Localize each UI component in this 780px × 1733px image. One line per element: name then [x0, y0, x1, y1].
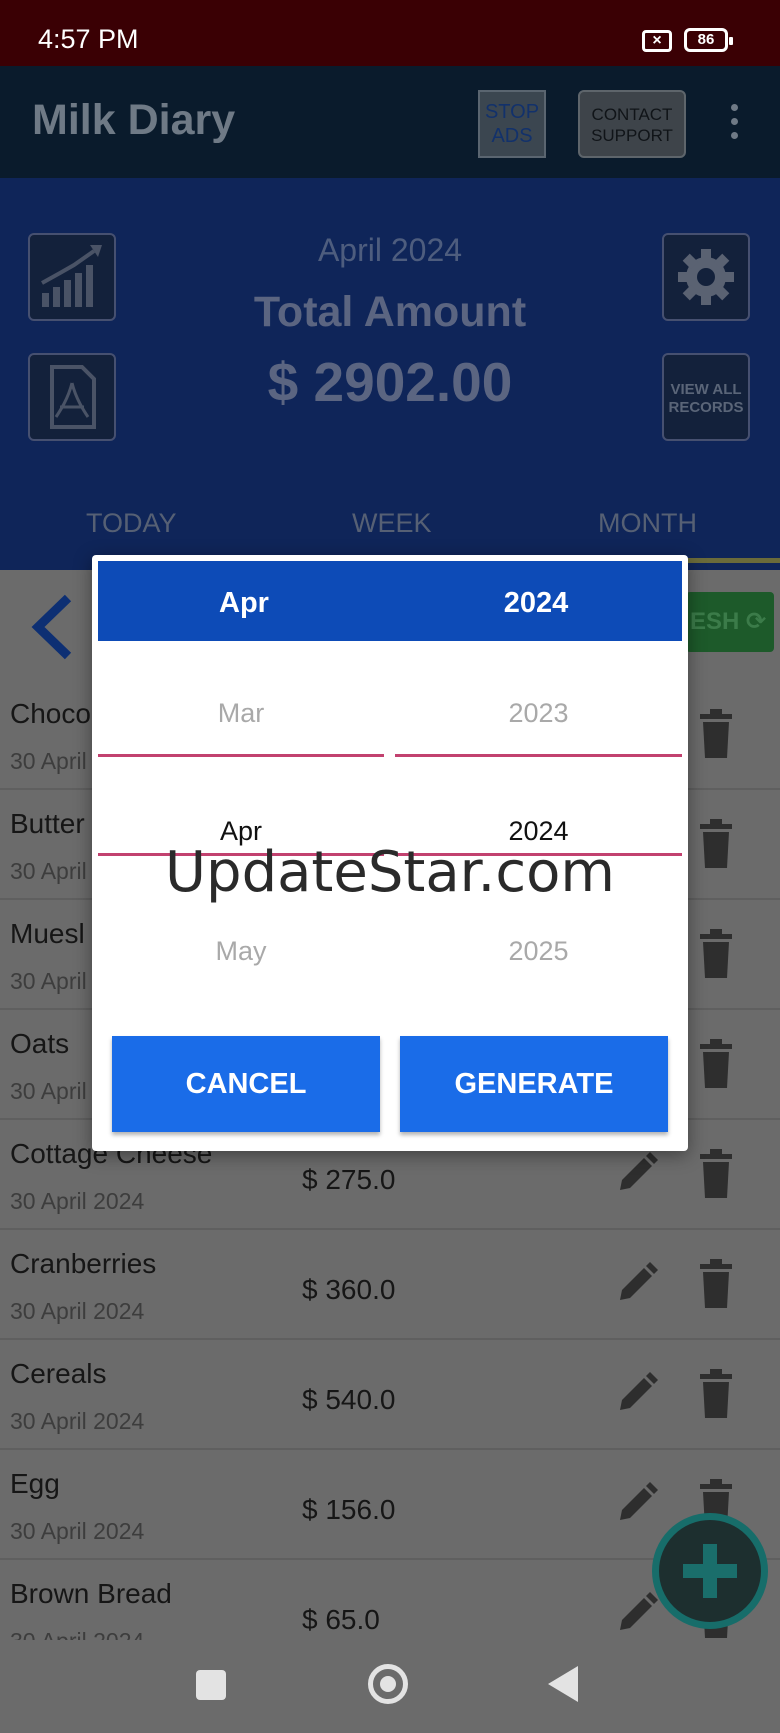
month-picker-dialog: Apr 2024 Mar Apr May 2023 2024 2025 CANC…	[92, 555, 688, 1151]
edit-pencil-icon[interactable]	[612, 1590, 660, 1638]
record-name: Muesl	[10, 918, 85, 949]
summary-month: April 2024	[317, 232, 463, 268]
edit-pencil-icon[interactable]	[612, 1260, 660, 1308]
cancel-button[interactable]: CANCEL	[112, 1036, 380, 1132]
record-amount: $ 360.0	[302, 1274, 396, 1305]
month-option-next[interactable]: May	[98, 936, 384, 967]
delete-trash-icon[interactable]	[696, 1368, 736, 1420]
month-divider-bottom	[98, 853, 384, 856]
dialog-header: Apr 2024	[98, 561, 682, 641]
back-button[interactable]	[548, 1666, 578, 1702]
year-divider-bottom	[395, 853, 682, 856]
generate-button[interactable]: GENERATE	[400, 1036, 668, 1132]
total-amount-value: $ 2902.00	[267, 351, 513, 413]
edit-pencil-icon[interactable]	[612, 1480, 660, 1528]
year-option-next[interactable]: 2025	[395, 936, 682, 967]
contact-support-button[interactable]: CONTACT SUPPORT	[578, 90, 686, 158]
record-date: 30 April 2024	[10, 1518, 145, 1544]
month-divider-top	[98, 754, 384, 757]
notification-x-icon: ×	[642, 30, 672, 52]
record-amount: $ 540.0	[302, 1384, 396, 1415]
year-option-prev[interactable]: 2023	[395, 698, 682, 729]
app-bar: Milk Diary STOP ADS CONTACT SUPPORT	[0, 66, 780, 178]
system-nav-bar	[0, 1640, 780, 1733]
record-name: Egg	[10, 1468, 60, 1499]
record-date: 30 April 2024	[10, 1298, 145, 1324]
summary-panel: VIEW ALL RECORDS April 2024 Total Amount…	[0, 178, 780, 478]
recents-button[interactable]	[196, 1670, 226, 1700]
delete-trash-icon[interactable]	[696, 1258, 736, 1310]
record-name: Oats	[10, 1028, 70, 1059]
record-amount: $ 65.0	[302, 1604, 380, 1635]
delete-trash-icon[interactable]	[696, 1148, 736, 1200]
record-row[interactable]: Cereals 30 April 2024 $ 540.0	[0, 1342, 780, 1450]
delete-trash-icon[interactable]	[696, 708, 736, 760]
record-date: 30 April 2024	[10, 1408, 145, 1434]
record-date: 30 April	[10, 1078, 87, 1104]
refresh-button[interactable]: ESH ⟳	[686, 592, 774, 652]
delete-trash-icon[interactable]	[696, 928, 736, 980]
tab-today[interactable]: TODAY	[86, 508, 177, 539]
record-amount: $ 156.0	[302, 1494, 396, 1525]
battery-icon: 86	[684, 28, 733, 52]
stop-ads-button[interactable]: STOP ADS	[478, 90, 546, 158]
home-button[interactable]	[368, 1664, 408, 1704]
overflow-menu-icon[interactable]	[728, 104, 740, 144]
record-row[interactable]: Cranberries 30 April 2024 $ 360.0	[0, 1232, 780, 1340]
app-title: Milk Diary	[32, 96, 236, 144]
edit-pencil-icon[interactable]	[612, 1370, 660, 1418]
selected-month-header[interactable]: Apr	[98, 587, 390, 620]
month-option-current[interactable]: Apr	[98, 816, 384, 847]
selected-year-header[interactable]: 2024	[390, 587, 682, 620]
tab-week[interactable]: WEEK	[352, 508, 432, 539]
record-date: 30 April 2024	[10, 1188, 145, 1214]
record-name: Brown Bread	[10, 1578, 172, 1609]
status-time: 4:57 PM	[38, 24, 139, 54]
chevron-left-icon[interactable]	[28, 592, 78, 662]
record-amount: $ 275.0	[302, 1164, 396, 1195]
month-option-prev[interactable]: Mar	[98, 698, 384, 729]
status-bar: 4:57 PM × 86	[0, 0, 780, 66]
refresh-label: ESH	[690, 608, 740, 635]
record-date: 30 April	[10, 748, 87, 774]
year-picker-wheel[interactable]: 2023 2024 2025	[395, 641, 682, 1011]
delete-trash-icon[interactable]	[696, 1038, 736, 1090]
record-date: 30 April	[10, 858, 87, 884]
delete-trash-icon[interactable]	[696, 818, 736, 870]
record-name: Choco	[10, 698, 91, 729]
year-option-current[interactable]: 2024	[395, 816, 682, 847]
record-name: Cranberries	[10, 1248, 157, 1279]
record-name: Butter	[10, 808, 85, 839]
record-date: 30 April	[10, 968, 87, 994]
edit-pencil-icon[interactable]	[612, 1150, 660, 1198]
refresh-icon: ⟳	[746, 608, 767, 635]
year-divider-top	[395, 754, 682, 757]
add-record-button[interactable]	[652, 1513, 768, 1629]
record-name: Cereals	[10, 1358, 107, 1389]
total-amount-label: Total Amount	[253, 288, 527, 336]
month-picker-wheel[interactable]: Mar Apr May	[98, 641, 384, 1011]
tab-month[interactable]: MONTH	[598, 508, 697, 539]
